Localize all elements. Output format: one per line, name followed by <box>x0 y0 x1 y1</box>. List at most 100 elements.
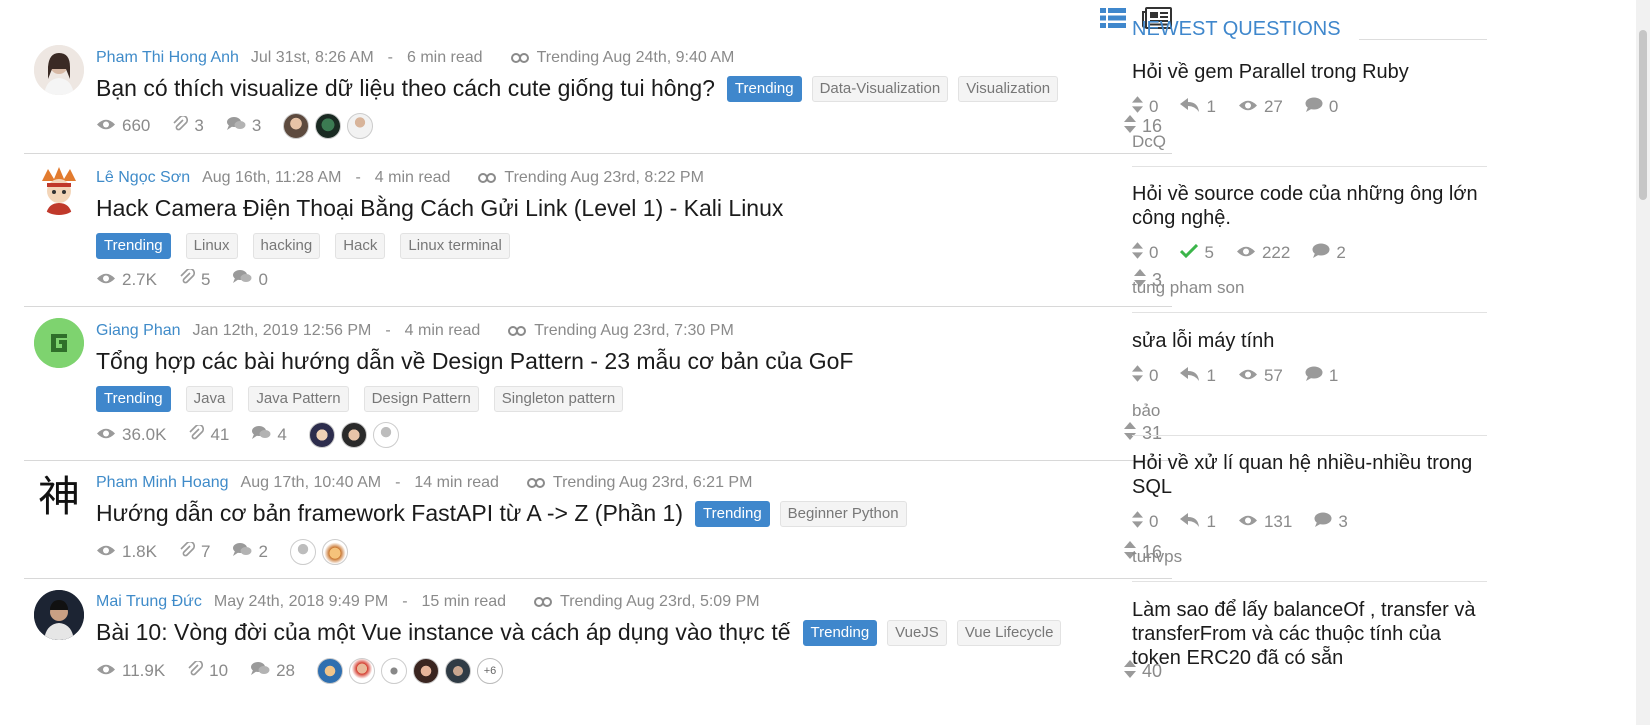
post-meta: Giang Phan Jan 12th, 2019 12:56 PM - 4 m… <box>96 320 734 342</box>
commenter-avatar[interactable] <box>347 113 374 139</box>
reply-icon <box>1180 512 1200 532</box>
clips-stat: 7 <box>179 540 210 563</box>
votes-stat: 0 <box>1132 511 1158 533</box>
question-title[interactable]: Làm sao để lấy balanceOf , transfer và t… <box>1132 598 1487 670</box>
tag[interactable]: Java Pattern <box>248 386 349 412</box>
author-name[interactable]: Pham Minh Hoang <box>96 474 229 492</box>
post-title[interactable]: Bài 10: Vòng đời của một Vue instance và… <box>96 619 791 646</box>
post-date: Aug 17th, 10:40 AM <box>240 474 382 491</box>
tag-trending[interactable]: Trending <box>726 75 802 102</box>
author-avatar[interactable] <box>34 45 84 95</box>
commenter-avatar[interactable] <box>381 658 408 684</box>
post-stats: 11.9K 10 28 +6 <box>96 658 504 684</box>
link-icon <box>510 53 529 63</box>
post-title[interactable]: Tổng hợp các bài hướng dẫn về Design Pat… <box>96 348 853 375</box>
sidebar-header: NEWEST QUESTIONS <box>1132 18 1487 41</box>
question-author[interactable]: DcQ <box>1132 132 1487 152</box>
comment-icon <box>1314 512 1332 532</box>
author-name[interactable]: Giang Phan <box>96 322 181 340</box>
post-title[interactable]: Hack Camera Điện Thoại Bằng Cách Gửi Lin… <box>96 195 783 222</box>
question-stats: 0 5 222 2 <box>1132 242 1487 264</box>
tag[interactable]: Linux terminal <box>400 233 510 259</box>
list-view-icon[interactable] <box>1098 5 1128 31</box>
post-stats: 1.8K 7 2 <box>96 539 348 565</box>
commenter-avatar[interactable] <box>349 658 376 684</box>
reply-icon <box>1180 97 1200 117</box>
views-stat: 36.0K <box>96 425 166 445</box>
meta-separator: - <box>395 474 401 491</box>
post-tags: Trending Data-Visualization Visualizatio… <box>726 75 1059 102</box>
post-title[interactable]: Bạn có thích visualize dữ liệu theo cách… <box>96 75 715 102</box>
comments-stat: 2 <box>1312 243 1346 263</box>
commenter-avatar[interactable] <box>413 658 440 684</box>
author-name[interactable]: Lê Ngọc Sơn <box>96 169 190 187</box>
tag[interactable]: Linux <box>185 233 238 259</box>
post-meta: Pham Minh Hoang Aug 17th, 10:40 AM - 14 … <box>96 472 752 494</box>
question-author[interactable]: bảo <box>1132 401 1487 421</box>
question-stats: 0 1 57 1 <box>1132 365 1487 387</box>
author-avatar[interactable] <box>34 165 84 215</box>
more-commenters-badge[interactable]: +6 <box>477 658 504 684</box>
question-item: Làm sao để lấy balanceOf , transfer và t… <box>1132 598 1487 670</box>
read-time: 15 min read <box>421 593 507 610</box>
tag[interactable]: Design Pattern <box>363 386 479 412</box>
question-stats: 0 1 27 0 <box>1132 96 1487 118</box>
eye-icon <box>1236 243 1256 263</box>
commenter-avatar[interactable] <box>308 422 335 448</box>
commenter-avatar[interactable] <box>317 658 344 684</box>
tag[interactable]: Singleton pattern <box>493 386 624 412</box>
post-feed: Pham Thi Hong Anh Jul 31st, 8:26 AM - 6 … <box>24 0 1172 725</box>
commenter-avatar[interactable] <box>315 113 342 139</box>
question-title[interactable]: Hỏi về xử lí quan hệ nhiều-nhiều trong S… <box>1132 451 1487 499</box>
commenter-avatar[interactable] <box>372 422 399 448</box>
tag-trending[interactable]: Trending <box>802 619 878 646</box>
commenter-avatar[interactable] <box>289 539 316 565</box>
question-title[interactable]: sửa lỗi máy tính <box>1132 329 1487 353</box>
views-stat: 2.7K <box>96 270 157 290</box>
author-avatar[interactable] <box>34 590 84 640</box>
tag-trending[interactable]: Trending <box>695 500 770 527</box>
commenter-avatar[interactable] <box>340 422 367 448</box>
post-date: Jul 31st, 8:26 AM <box>250 49 374 66</box>
commenter-avatar[interactable] <box>283 113 310 139</box>
commenter-avatar[interactable] <box>445 658 472 684</box>
author-avatar[interactable] <box>34 318 84 368</box>
eye-icon <box>96 270 116 290</box>
commenter-avatars <box>289 539 348 565</box>
tag[interactable]: Vue Lifecycle <box>956 619 1062 646</box>
question-item: Hỏi về gem Parallel trong Ruby 0 1 27 0 … <box>1132 60 1487 167</box>
question-title[interactable]: Hỏi về source code của những ông lớn côn… <box>1132 182 1487 230</box>
tag[interactable]: hacking <box>252 233 321 259</box>
tag[interactable]: Hack <box>335 233 386 259</box>
meta-separator: - <box>355 169 361 186</box>
post-tags: Trending VueJS Vue Lifecycle <box>802 619 1062 646</box>
post-title[interactable]: Hướng dẫn cơ bản framework FastAPI từ A … <box>96 500 683 527</box>
comments-stat: 2 <box>232 542 268 563</box>
post-meta: Pham Thi Hong Anh Jul 31st, 8:26 AM - 6 … <box>96 47 734 69</box>
paperclip-icon <box>179 267 196 290</box>
tag[interactable]: Visualization <box>958 75 1059 102</box>
author-name[interactable]: Mai Trung Đức <box>96 593 202 611</box>
tag[interactable]: Java <box>185 386 234 412</box>
link-icon <box>478 173 497 183</box>
author-avatar[interactable]: 神 <box>34 472 84 522</box>
views-stat: 57 <box>1238 366 1283 386</box>
tag-trending[interactable]: Trending <box>96 233 171 259</box>
tag[interactable]: Beginner Python <box>779 500 907 527</box>
author-name[interactable]: Pham Thi Hong Anh <box>96 49 239 67</box>
page-scrollbar[interactable] <box>1636 0 1650 725</box>
question-title[interactable]: Hỏi về gem Parallel trong Ruby <box>1132 60 1487 84</box>
commenter-avatar[interactable] <box>321 539 348 565</box>
question-author[interactable]: tunvps <box>1132 547 1487 567</box>
question-author[interactable]: tung pham son <box>1132 278 1487 298</box>
paperclip-icon <box>188 423 205 446</box>
paperclip-icon <box>179 540 196 563</box>
comment-icon <box>1305 97 1323 117</box>
tag[interactable]: VueJS <box>887 619 947 646</box>
sidebar-title[interactable]: NEWEST QUESTIONS <box>1132 18 1341 41</box>
paperclip-icon <box>172 114 189 137</box>
tag[interactable]: Data-Visualization <box>811 75 949 102</box>
eye-icon <box>96 425 116 445</box>
scrollbar-thumb[interactable] <box>1639 30 1647 200</box>
tag-trending[interactable]: Trending <box>96 386 171 412</box>
